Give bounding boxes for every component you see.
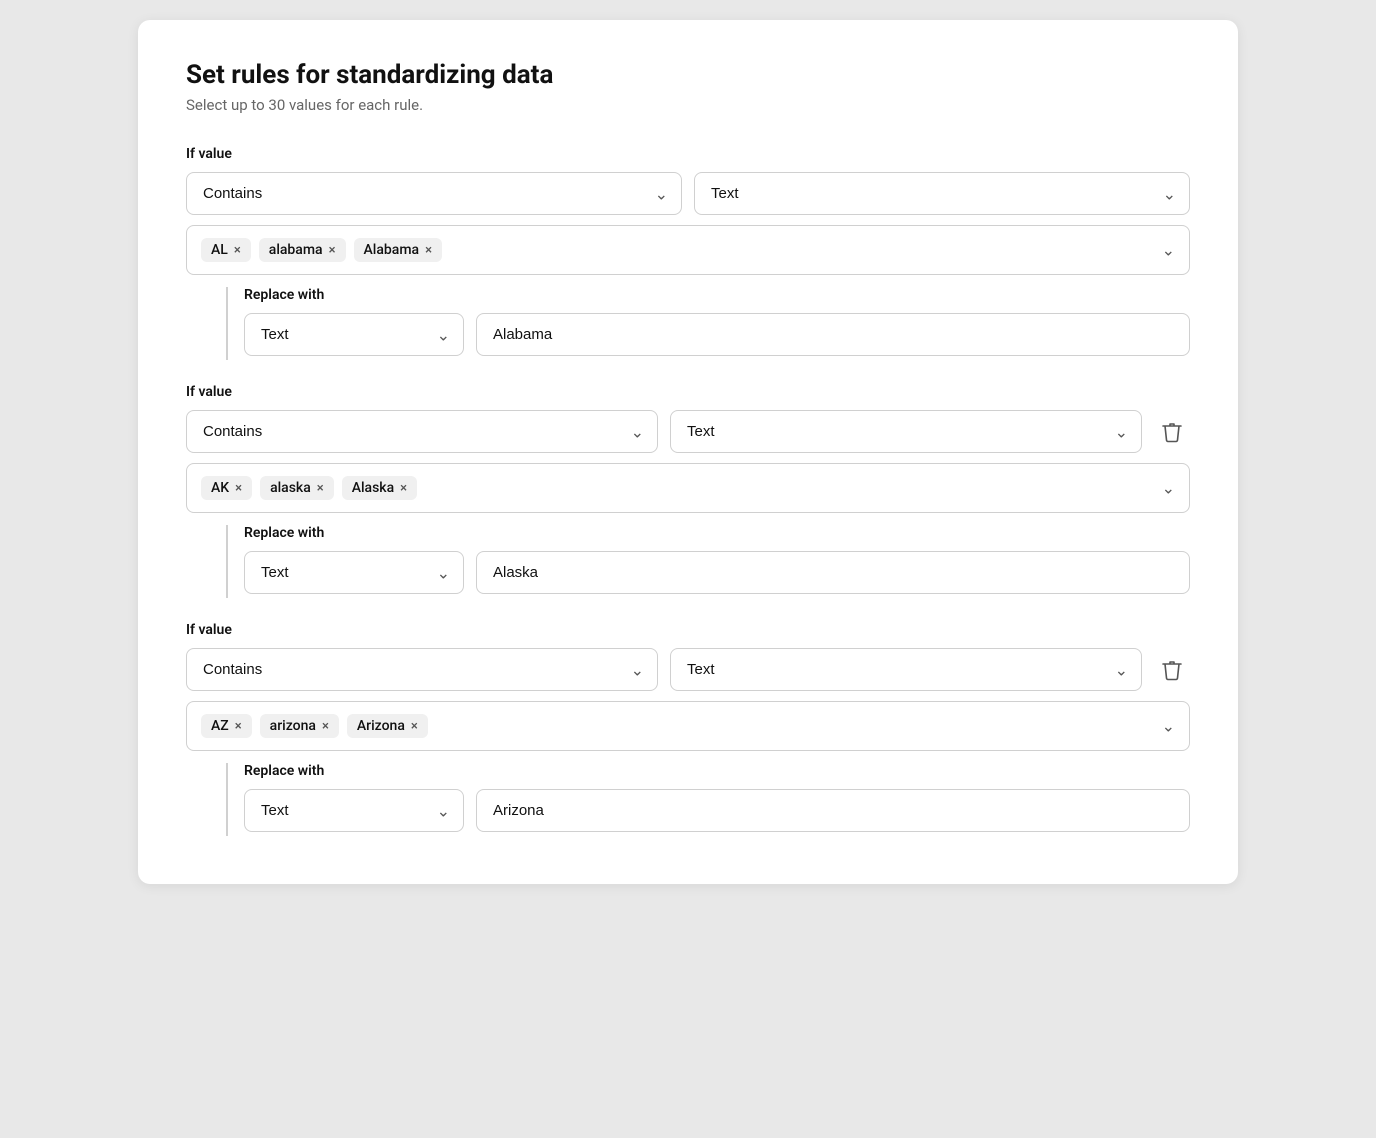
- replace-section-1: Replace with TextNumberDate⌄: [226, 287, 1190, 360]
- replace-type-select-1[interactable]: TextNumberDate: [244, 313, 464, 356]
- replace-label-2: Replace with: [244, 525, 1190, 541]
- condition-select-3[interactable]: ContainsEqualsStarts withEnds with: [186, 648, 658, 691]
- tag-label-3-1: AZ: [211, 718, 229, 734]
- type-select-3[interactable]: TextNumberDate: [670, 648, 1142, 691]
- replace-label-3: Replace with: [244, 763, 1190, 779]
- replace-row-2: TextNumberDate⌄: [244, 551, 1190, 594]
- tag-label-2-1: AK: [211, 480, 229, 496]
- tag-close-icon-2-3[interactable]: ×: [400, 482, 407, 495]
- type-select-wrapper-3: TextNumberDate⌄: [670, 648, 1142, 691]
- tag-close-icon-2-2[interactable]: ×: [317, 482, 324, 495]
- condition-select-wrapper-2: ContainsEqualsStarts withEnds with⌄: [186, 410, 658, 453]
- tags-row-2[interactable]: AK × alaska × Alaska × ⌄: [186, 463, 1190, 513]
- tags-chevron-icon-2: ⌄: [1162, 479, 1175, 498]
- delete-rule-button-3[interactable]: [1154, 651, 1190, 689]
- replace-row-1: TextNumberDate⌄: [244, 313, 1190, 356]
- replace-section-3: Replace with TextNumberDate⌄: [226, 763, 1190, 836]
- condition-row-1: ContainsEqualsStarts withEnds with⌄ TextN…: [186, 172, 1190, 215]
- tag-3-2: arizona ×: [260, 714, 339, 738]
- type-select-1[interactable]: TextNumberDate: [694, 172, 1190, 215]
- tag-1-2: alabama ×: [259, 238, 346, 262]
- trash-icon: [1162, 421, 1182, 443]
- type-select-2[interactable]: TextNumberDate: [670, 410, 1142, 453]
- tag-label-1-3: Alabama: [364, 242, 420, 258]
- rules-container: If value ContainsEqualsStarts withEnds wi…: [186, 146, 1190, 836]
- condition-select-wrapper-3: ContainsEqualsStarts withEnds with⌄: [186, 648, 658, 691]
- condition-row-2: ContainsEqualsStarts withEnds with⌄ TextN…: [186, 410, 1190, 453]
- replace-type-wrapper-3: TextNumberDate⌄: [244, 789, 464, 832]
- tag-2-3: Alaska ×: [342, 476, 417, 500]
- rule-block-2: If value ContainsEqualsStarts withEnds wi…: [186, 384, 1190, 598]
- if-value-label-3: If value: [186, 622, 1190, 638]
- replace-section-2: Replace with TextNumberDate⌄: [226, 525, 1190, 598]
- tag-close-icon-1-2[interactable]: ×: [329, 244, 336, 257]
- condition-select-2[interactable]: ContainsEqualsStarts withEnds with: [186, 410, 658, 453]
- tag-2-1: AK ×: [201, 476, 252, 500]
- tag-2-2: alaska ×: [260, 476, 334, 500]
- replace-value-input-2[interactable]: [476, 551, 1190, 594]
- trash-icon: [1162, 659, 1182, 681]
- tag-label-2-3: Alaska: [352, 480, 394, 496]
- replace-label-1: Replace with: [244, 287, 1190, 303]
- replace-type-wrapper-1: TextNumberDate⌄: [244, 313, 464, 356]
- if-value-label-2: If value: [186, 384, 1190, 400]
- tag-label-3-3: Arizona: [357, 718, 405, 734]
- main-card: Set rules for standardizing data Select …: [138, 20, 1238, 884]
- delete-rule-button-2[interactable]: [1154, 413, 1190, 451]
- tags-row-1[interactable]: AL × alabama × Alabama × ⌄: [186, 225, 1190, 275]
- tag-3-3: Arizona ×: [347, 714, 428, 738]
- tag-label-1-1: AL: [211, 242, 228, 258]
- replace-type-wrapper-2: TextNumberDate⌄: [244, 551, 464, 594]
- replace-type-select-2[interactable]: TextNumberDate: [244, 551, 464, 594]
- condition-select-1[interactable]: ContainsEqualsStarts withEnds with: [186, 172, 682, 215]
- tags-row-3[interactable]: AZ × arizona × Arizona × ⌄: [186, 701, 1190, 751]
- page-title: Set rules for standardizing data: [186, 60, 1190, 90]
- rule-block-1: If value ContainsEqualsStarts withEnds wi…: [186, 146, 1190, 360]
- tags-chevron-icon-3: ⌄: [1162, 717, 1175, 736]
- tags-chevron-icon-1: ⌄: [1162, 241, 1175, 260]
- tag-1-1: AL ×: [201, 238, 251, 262]
- condition-select-wrapper-1: ContainsEqualsStarts withEnds with⌄: [186, 172, 682, 215]
- type-select-wrapper-2: TextNumberDate⌄: [670, 410, 1142, 453]
- type-select-wrapper-1: TextNumberDate⌄: [694, 172, 1190, 215]
- replace-type-select-3[interactable]: TextNumberDate: [244, 789, 464, 832]
- tag-label-2-2: alaska: [270, 480, 311, 496]
- replace-row-3: TextNumberDate⌄: [244, 789, 1190, 832]
- rule-block-3: If value ContainsEqualsStarts withEnds wi…: [186, 622, 1190, 836]
- tag-close-icon-2-1[interactable]: ×: [235, 482, 242, 495]
- tag-1-3: Alabama ×: [354, 238, 442, 262]
- tag-close-icon-3-1[interactable]: ×: [235, 720, 242, 733]
- tag-close-icon-3-2[interactable]: ×: [322, 720, 329, 733]
- if-value-label-1: If value: [186, 146, 1190, 162]
- tag-3-1: AZ ×: [201, 714, 252, 738]
- tag-close-icon-1-1[interactable]: ×: [234, 244, 241, 257]
- condition-row-3: ContainsEqualsStarts withEnds with⌄ TextN…: [186, 648, 1190, 691]
- replace-value-input-1[interactable]: [476, 313, 1190, 356]
- tag-close-icon-1-3[interactable]: ×: [425, 244, 432, 257]
- tag-label-1-2: alabama: [269, 242, 323, 258]
- replace-value-input-3[interactable]: [476, 789, 1190, 832]
- page-subtitle: Select up to 30 values for each rule.: [186, 96, 1190, 114]
- tag-label-3-2: arizona: [270, 718, 316, 734]
- tag-close-icon-3-3[interactable]: ×: [411, 720, 418, 733]
